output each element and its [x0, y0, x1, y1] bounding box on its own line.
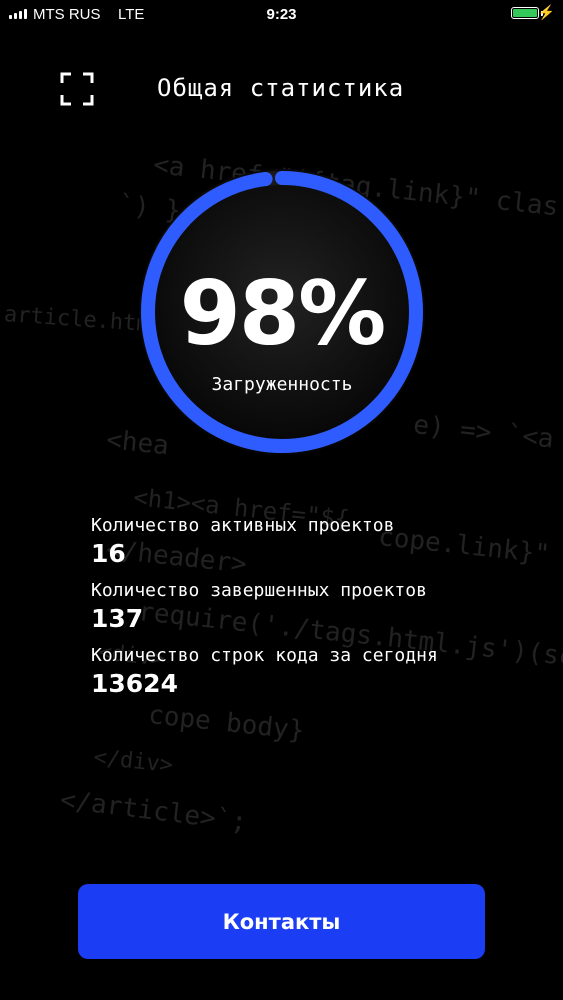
status-time: 9:23 [266, 6, 297, 23]
stat-active-projects: Количество активных проектов 16 [91, 515, 438, 571]
bg-code-line: article.htm [3, 302, 151, 338]
stat-completed-projects: Количество завершенных проектов 137 [91, 580, 438, 636]
gauge-percent: 98% [179, 262, 387, 365]
status-bar: MTS RUS LTE 9:23 ⚡ [0, 0, 563, 30]
fullscreen-corners-icon [60, 72, 94, 106]
stat-lines-of-code: Количество строк кода за сегодня 13624 [91, 645, 438, 701]
stat-label: Количество активных проектов [91, 515, 395, 536]
bg-code-line: </article>`; [58, 785, 249, 838]
battery-level [513, 9, 537, 17]
fullscreen-button[interactable] [60, 72, 94, 106]
bg-code-line: e) => `<a [411, 410, 556, 455]
load-gauge: 98% Загруженность [132, 162, 432, 462]
stat-value: 13624 [91, 669, 178, 698]
battery-icon [511, 7, 539, 19]
bg-code-line: </div> [92, 745, 175, 779]
stat-label: Количество завершенных проектов [91, 580, 427, 601]
stats-list: Количество активных проектов 16 Количест… [91, 515, 438, 710]
charging-icon: ⚡ [537, 4, 555, 20]
page-title: Общая статистика [157, 74, 405, 102]
gauge-label: Загруженность [211, 374, 353, 395]
background-code-decoration: <a href="${tag.link}" clas `) } article.… [0, 0, 563, 1000]
stat-label: Количество строк кода за сегодня [91, 645, 438, 666]
stat-value: 137 [91, 604, 144, 633]
contacts-button[interactable]: Контакты [78, 884, 485, 959]
stat-value: 16 [91, 539, 126, 568]
